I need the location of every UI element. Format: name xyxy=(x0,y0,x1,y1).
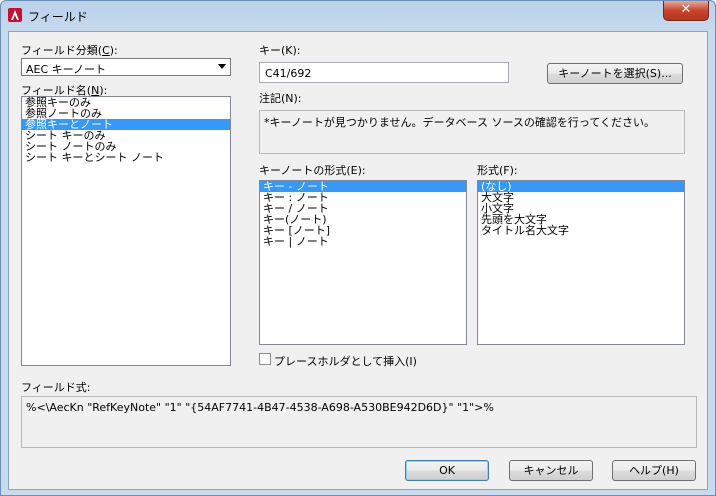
autocad-logo-icon xyxy=(8,8,22,22)
chevron-down-icon xyxy=(218,64,226,69)
field-name-item[interactable]: シート キーとシート ノート xyxy=(22,152,230,163)
field-expression-label: フィールド式: xyxy=(21,381,91,394)
close-button[interactable]: ✕ xyxy=(663,1,709,21)
format-item[interactable]: タイトル名大文字 xyxy=(478,225,684,236)
keynote-format-label: キーノートの形式(E): xyxy=(259,164,366,177)
key-input-value: C41/692 xyxy=(265,67,312,80)
note-textbox: *キーノートが見つかりません。データベース ソースの確認を行ってください。 xyxy=(259,110,685,154)
key-label: キー(K): xyxy=(259,44,301,57)
format-label: 形式(F): xyxy=(477,164,518,177)
field-category-value: AEC キーノート xyxy=(26,63,106,76)
window-title: フィールド xyxy=(28,10,88,24)
dialog-client-area: フィールド分類(C): AEC キーノート フィールド名(N): 参照キーのみ参… xyxy=(8,31,708,490)
help-button[interactable]: ヘルプ(H) xyxy=(612,460,696,481)
placeholder-checkbox[interactable] xyxy=(259,353,271,365)
format-listbox[interactable]: (なし) 大文字 小文字 先頭を大文字 タイトル名大文字 xyxy=(477,180,685,345)
field-category-dropdown[interactable]: AEC キーノート xyxy=(21,58,231,76)
field-category-label: フィールド分類(C): xyxy=(21,44,118,57)
ok-button[interactable]: OK xyxy=(405,460,489,481)
field-expression-textbox: %<\AecKn "RefKeyNote" "1" "{54AF7741-4B4… xyxy=(21,396,697,448)
field-dialog-window: フィールド ✕ フィールド分類(C): AEC キーノート フィールド名(N):… xyxy=(0,0,716,496)
close-icon: ✕ xyxy=(680,2,692,17)
field-expression-value: %<\AecKn "RefKeyNote" "1" "{54AF7741-4B4… xyxy=(26,401,494,414)
keynote-format-item[interactable]: キー | ノート xyxy=(260,236,466,247)
field-name-listbox[interactable]: 参照キーのみ 参照ノートのみ 参照キーとノート シート キーのみ シート ノートのみ シー… xyxy=(21,96,231,366)
cancel-button[interactable]: キャンセル xyxy=(509,460,593,481)
placeholder-checkbox-label[interactable]: プレースホルダとして挿入(I) xyxy=(274,353,417,369)
key-input[interactable]: C41/692 xyxy=(259,62,509,83)
keynote-format-listbox[interactable]: キー - ノート キー : ノート キー / ノート キー(ノート) キー [ノート] キ… xyxy=(259,180,467,345)
note-label: 注記(N): xyxy=(259,92,302,105)
select-keynote-button[interactable]: キーノートを選択(S)... xyxy=(547,63,683,84)
title-bar[interactable]: フィールド ✕ xyxy=(1,1,715,31)
note-value: *キーノートが見つかりません。データベース ソースの確認を行ってください。 xyxy=(264,116,656,129)
